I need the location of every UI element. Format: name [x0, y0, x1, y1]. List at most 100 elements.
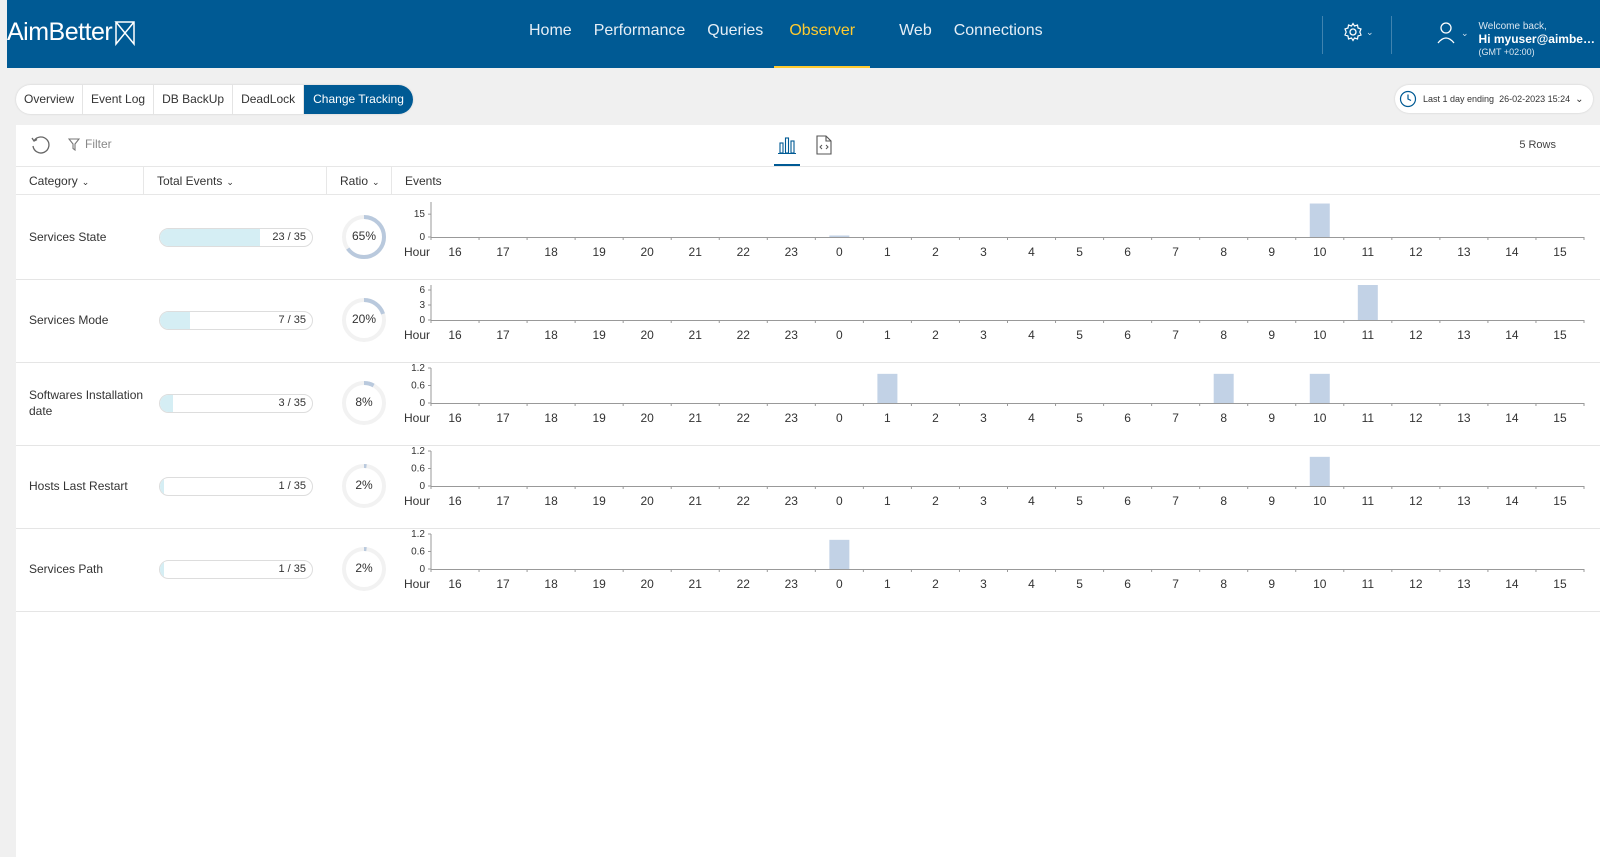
username: Hi myuser@aimbetter...	[1478, 33, 1597, 46]
user-menu[interactable]: ⌄ Welcome back, Hi myuser@aimbetter... (…	[1437, 20, 1597, 59]
change-tracking-panel: Filter 5 Rows Category⌄ Total Events⌄	[16, 125, 1600, 857]
column-total-events[interactable]: Total Events ⌄	[143, 167, 234, 195]
event-bar	[1309, 203, 1330, 237]
x-tick-label: 13	[1457, 411, 1471, 425]
subtab-overview[interactable]: Overview	[16, 85, 84, 114]
export-view-button[interactable]	[816, 135, 832, 160]
app-logo[interactable]: AimBetter	[7, 18, 136, 47]
subtab-deadlock[interactable]: DeadLock	[233, 85, 305, 114]
x-tick-label: 12	[1409, 245, 1423, 259]
main-nav: Home Performance Queries Observer Web Connect…	[518, 0, 1054, 68]
settings-menu[interactable]: ⌄	[1343, 22, 1374, 42]
date-range-picker[interactable]: Last 1 day ending 26-02-2023 15:24 ⌄	[1395, 85, 1593, 113]
x-tick-label: 21	[689, 494, 703, 508]
x-tick-label: 22	[737, 494, 751, 508]
table-row: Softwares Installation date 3 / 35 8% 1.2 0.…	[16, 361, 1600, 446]
x-tick-label: 18	[544, 245, 558, 259]
refresh-icon[interactable]	[30, 135, 50, 155]
x-tick-label: 14	[1505, 577, 1519, 591]
date-range-label: Last 1 day ending	[1423, 94, 1495, 104]
column-label: Events	[405, 174, 442, 188]
total-events-fill	[160, 561, 165, 578]
x-tick-label: 14	[1505, 328, 1519, 342]
x-axis-label: Hour	[404, 328, 430, 342]
x-tick-label: 1	[884, 494, 891, 508]
ratio-ring: 8%	[341, 377, 387, 429]
x-tick-label: 11	[1362, 328, 1375, 342]
event-bar	[1309, 456, 1330, 486]
y-tick-label: 0	[419, 315, 425, 326]
x-tick-label: 15	[1553, 328, 1567, 342]
x-tick-label: 1	[884, 411, 891, 425]
x-tick-label: 17	[496, 411, 510, 425]
nav-connections[interactable]: Connections	[943, 0, 1054, 68]
nav-observer[interactable]: Observer	[774, 0, 870, 68]
chevron-down-icon: ⌄	[1366, 26, 1374, 37]
x-axis-label: Hour	[404, 494, 430, 508]
gear-icon	[1344, 22, 1362, 42]
x-tick-label: 17	[496, 245, 510, 259]
filter-icon	[68, 137, 80, 151]
x-tick-label: 20	[641, 411, 655, 425]
x-tick-label: 18	[544, 411, 558, 425]
x-tick-label: 21	[689, 328, 703, 342]
x-tick-label: 20	[641, 494, 655, 508]
chart-view-button[interactable]	[774, 135, 800, 166]
x-tick-label: 5	[1076, 411, 1083, 425]
x-tick-label: 16	[448, 494, 462, 508]
total-events-bar: 7 / 35	[159, 311, 313, 330]
total-events-fill	[160, 478, 165, 495]
nav-queries[interactable]: Queries	[696, 0, 774, 68]
x-tick-label: 5	[1076, 328, 1083, 342]
x-tick-label: 11	[1362, 494, 1375, 508]
events-chart: 1.20.60Hour 16 17 18 19 20 21 22 23 0 1 2 3 4 5 6 7 8 9 10 1…	[404, 363, 1585, 425]
x-tick-label: 21	[689, 411, 703, 425]
ratio-value: 20%	[351, 312, 377, 326]
y-tick-label: 0.6	[411, 547, 425, 558]
x-tick-label: 8	[1220, 577, 1227, 591]
clock-icon	[1399, 90, 1417, 108]
y-tick-label: 0.6	[411, 381, 425, 392]
x-tick-label: 9	[1268, 411, 1275, 425]
events-chart: 150Hour 16 17 18 19 20 21 22 23 0 1 2 3 4 5 6 7 8 9 10 11 12 1…	[404, 202, 1585, 259]
x-tick-label: 15	[1553, 494, 1567, 508]
topbar-divider	[1391, 16, 1392, 54]
filter-button[interactable]: Filter	[68, 137, 112, 151]
x-tick-label: 13	[1457, 494, 1471, 508]
subtab-event-log[interactable]: Event Log	[83, 85, 155, 114]
x-tick-label: 2	[932, 411, 939, 425]
nav-web[interactable]: Web	[888, 0, 943, 68]
total-events-fill	[160, 312, 191, 329]
logo-mark-icon	[114, 20, 136, 46]
subtab-change-tracking[interactable]: Change Tracking	[304, 85, 413, 114]
column-category[interactable]: Category ⌄	[29, 167, 89, 195]
x-tick-label: 1	[884, 577, 891, 591]
date-range-date: 26-02-2023 15:24	[1499, 94, 1571, 104]
total-events-label: 3 / 35	[278, 397, 306, 409]
total-events-bar: 3 / 35	[159, 394, 313, 413]
timezone: (GMT +02:00)	[1478, 47, 1535, 57]
x-tick-label: 10	[1313, 494, 1327, 508]
events-chart: 630Hour 16 17 18 19 20 21 22 23 0 1 2 3 4 5 6 7 8 9 10 11 12 1…	[404, 285, 1585, 342]
ratio-value: 2%	[355, 561, 373, 575]
nav-home[interactable]: Home	[518, 0, 583, 68]
x-tick-label: 20	[641, 577, 655, 591]
x-tick-label: 21	[689, 245, 703, 259]
column-ratio[interactable]: Ratio ⌄	[326, 167, 380, 195]
event-bar	[829, 235, 850, 237]
x-tick-label: 3	[980, 411, 987, 425]
x-tick-label: 15	[1553, 411, 1567, 425]
x-tick-label: 22	[737, 577, 751, 591]
total-events-bar: 23 / 35	[159, 228, 313, 247]
bar-chart-icon	[778, 137, 796, 155]
x-tick-label: 18	[544, 577, 558, 591]
x-tick-label: 0	[836, 245, 843, 259]
x-tick-label: 16	[448, 245, 462, 259]
chevron-down-icon: ⌄	[81, 177, 90, 187]
x-tick-label: 1	[884, 328, 891, 342]
nav-performance[interactable]: Performance	[583, 0, 697, 68]
y-tick-label: 1.2	[411, 446, 425, 457]
x-tick-label: 4	[1028, 328, 1035, 342]
x-tick-label: 1	[884, 245, 891, 259]
subtab-db-backup[interactable]: DB BackUp	[154, 85, 234, 114]
